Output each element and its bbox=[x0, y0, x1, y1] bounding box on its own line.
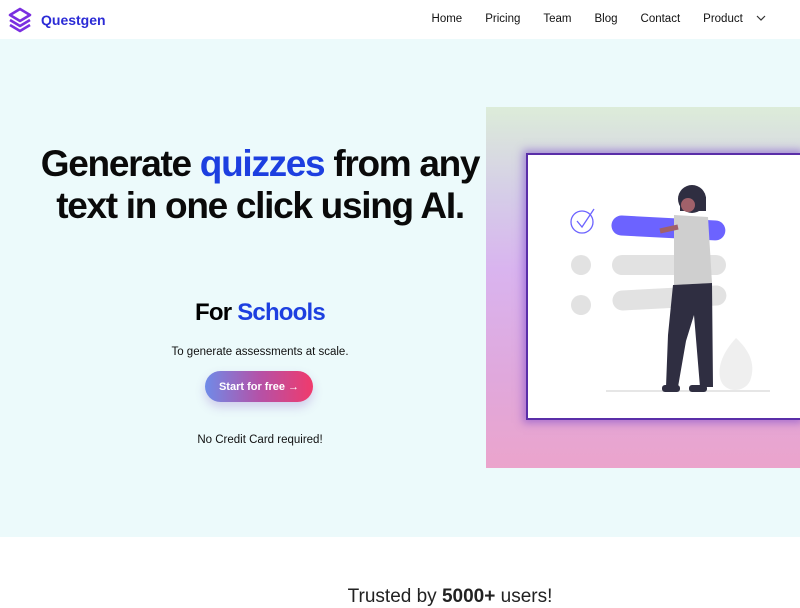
logo[interactable]: Questgen bbox=[7, 7, 106, 33]
nav-blog[interactable]: Blog bbox=[594, 13, 617, 25]
audience-highlight: Schools bbox=[237, 299, 326, 326]
nav-product[interactable]: Product bbox=[703, 13, 766, 25]
nav-team[interactable]: Team bbox=[543, 13, 571, 25]
start-free-button[interactable]: Start for free → bbox=[205, 371, 313, 402]
chevron-down-icon bbox=[756, 15, 766, 21]
nav-home[interactable]: Home bbox=[432, 13, 463, 25]
nav-product-label: Product bbox=[703, 13, 743, 25]
navbar: Questgen Home Pricing Team Blog Contact … bbox=[0, 0, 800, 39]
quiz-illustration bbox=[570, 185, 770, 392]
illustration-card bbox=[526, 153, 800, 420]
headline-highlight: quizzes bbox=[199, 143, 326, 184]
hero-subtitle: To generate assessments at scale. bbox=[171, 346, 349, 358]
nav-pricing[interactable]: Pricing bbox=[485, 13, 520, 25]
trusted-suffix: users! bbox=[495, 586, 553, 607]
headline-text: Generate bbox=[40, 143, 200, 184]
nav-contact[interactable]: Contact bbox=[641, 13, 681, 25]
for-label: For bbox=[195, 299, 232, 326]
no-credit-card-note: No Credit Card required! bbox=[197, 434, 323, 446]
trusted-prefix: Trusted by bbox=[347, 586, 442, 607]
trusted-by-heading: Trusted by 5000+ users! bbox=[300, 586, 600, 608]
layers-logo-icon bbox=[8, 7, 32, 33]
brand-name: Questgen bbox=[41, 12, 106, 28]
user-count: 5000+ bbox=[441, 586, 496, 607]
hero-headline: Generate quizzes from any text in one cl… bbox=[40, 143, 481, 227]
audience-heading: For Schools bbox=[40, 299, 480, 327]
